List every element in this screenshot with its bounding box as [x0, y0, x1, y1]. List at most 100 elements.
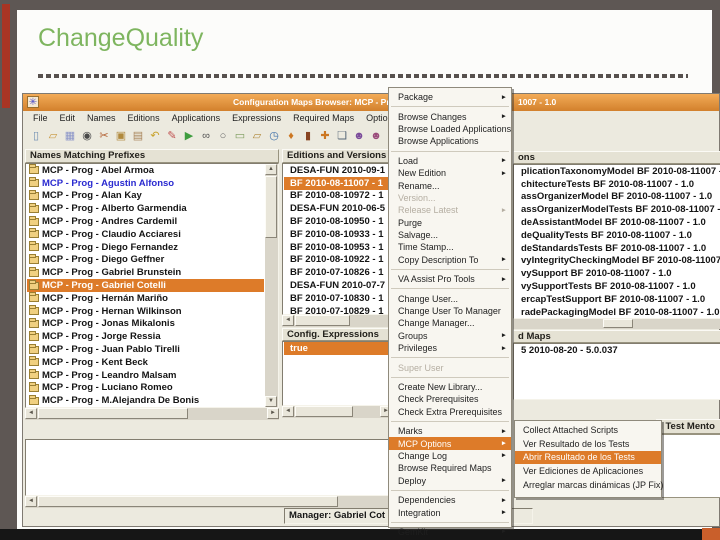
window-titlebar[interactable]: ✳ Configuration Maps Browser: MCP - Pro …	[23, 94, 719, 111]
run-icon[interactable]: ▶	[182, 129, 196, 144]
menu-item-salvage[interactable]: Salvage...	[389, 229, 511, 241]
names-list-item[interactable]: MCP - Prog - Diego Fernandez	[27, 241, 264, 254]
menubar-item-applications[interactable]: Applications	[166, 113, 227, 123]
open-folder-icon[interactable]: ▱	[46, 129, 60, 144]
menu-item-create-new-library[interactable]: Create New Library...	[389, 381, 511, 393]
editions-horizontal-scrollbar[interactable]	[282, 315, 392, 327]
names-list-item[interactable]: MCP - Prog - Agustin Alfonso	[27, 177, 264, 190]
menubar-item-editions[interactable]: Editions	[122, 113, 166, 123]
scrollbar-thumb[interactable]	[265, 176, 277, 238]
names-list-item[interactable]: MCP - Prog - Gabriel Cotelli	[27, 279, 264, 292]
edit-form-icon[interactable]: ▭	[233, 129, 247, 144]
names-list-item[interactable]: MCP - Prog - Claudio Acciaresi	[27, 228, 264, 241]
menu-item-copy-description-to[interactable]: Copy Description To ►	[389, 254, 511, 266]
menu-item-mcp-options[interactable]: MCP Options ►	[389, 437, 511, 450]
menu-item-collect-attached-scripts[interactable]: Collect Attached Scripts	[515, 423, 661, 437]
menu-item-check-extra-prerequisites[interactable]: Check Extra Prerequisites	[389, 406, 511, 418]
menu-item-marks[interactable]: Marks ►	[389, 425, 511, 437]
names-list-item[interactable]: MCP - Prog - Hernán Mariño	[27, 292, 264, 305]
menubar-item-edit[interactable]: Edit	[54, 113, 82, 123]
list-item[interactable]: BF 2010-08-10922 - 1	[284, 254, 391, 267]
list-item[interactable]: DESA-FUN 2010-09-1	[284, 164, 391, 177]
list-item[interactable]: ercapTestSupport BF 2010-08-11007 - 1.0	[515, 293, 720, 306]
names-vertical-scrollbar[interactable]	[265, 164, 278, 407]
menu-item-change-log[interactable]: Change Log ►	[389, 450, 511, 462]
menu-item-dependencies[interactable]: Dependencies ►	[389, 494, 511, 506]
list-item[interactable]: DESA-FUN 2010-07-7	[284, 279, 391, 292]
names-list-item[interactable]: MCP - Prog - Luciano Romeo	[27, 381, 264, 395]
menu-item-privileges[interactable]: Privileges ►	[389, 342, 511, 354]
names-list-item[interactable]: MCP - Prog - Andres Cardemil	[27, 215, 264, 228]
menu-item-time-stamp[interactable]: Time Stamp...	[389, 241, 511, 253]
menubar-item-names[interactable]: Names	[81, 113, 122, 123]
pen-icon[interactable]: ✎	[165, 129, 179, 144]
menu-item-integration[interactable]: Integration ►	[389, 506, 511, 518]
list-item[interactable]: BF 2010-07-10830 - 1	[284, 292, 391, 305]
menu-item-new-edition[interactable]: New Edition ►	[389, 167, 511, 179]
menu-item-abrir-resultado-de-los-tests[interactable]: Abrir Resultado de los Tests	[515, 450, 661, 465]
compare-icon[interactable]: ✚	[318, 129, 332, 144]
list-item[interactable]: deAssistantModel BF 2010-08-11007 - 1.0	[515, 216, 720, 229]
scrollbar-thumb[interactable]	[295, 406, 353, 417]
list-item[interactable]: vySupport BF 2010-08-11007 - 1.0	[515, 267, 720, 280]
copy-icon[interactable]: ▣	[114, 129, 128, 144]
new-document-icon[interactable]: ▯	[29, 129, 43, 144]
clock-icon[interactable]: ◷	[267, 129, 281, 144]
list-item[interactable]: BF 2010-08-10933 - 1	[284, 228, 391, 241]
menu-item-browse-changes[interactable]: Browse Changes ►	[389, 110, 511, 122]
scroll-left-icon[interactable]	[282, 406, 294, 417]
spectacles-icon[interactable]: ∞	[199, 129, 213, 144]
cut-icon[interactable]: ✂	[97, 129, 111, 144]
names-horizontal-scrollbar[interactable]	[25, 408, 279, 420]
menu-item-change-manager[interactable]: Change Manager...	[389, 317, 511, 329]
save-icon[interactable]: ▦	[63, 129, 77, 144]
scrollbar-thumb[interactable]	[295, 315, 350, 326]
users-icon[interactable]: ☻	[352, 129, 366, 144]
scroll-up-icon[interactable]	[265, 164, 277, 175]
menu-item-ver-ediciones-de-aplicaciones[interactable]: Ver Ediciones de Aplicaciones	[515, 464, 661, 478]
scroll-down-icon[interactable]	[265, 396, 277, 407]
scroll-left-icon[interactable]	[25, 496, 37, 507]
list-item[interactable]: BF 2010-08-10953 - 1	[284, 241, 391, 254]
menubar-item-expressions[interactable]: Expressions	[226, 113, 287, 123]
list-item[interactable]: BF 2010-08-10972 - 1	[284, 190, 391, 203]
search-icon[interactable]: ○	[216, 129, 230, 144]
list-item[interactable]: assOrganizerModel BF 2010-08-11007 - 1.0	[515, 191, 720, 204]
names-list-item[interactable]: MCP - Prog - Abel Armoa	[27, 164, 264, 177]
scrollbar-thumb[interactable]	[603, 319, 633, 328]
menu-item-browse-loaded-applications[interactable]: Browse Loaded Applications	[389, 123, 511, 135]
list-item[interactable]: DESA-FUN 2010-06-5	[284, 202, 391, 215]
list-item[interactable]: vySupportTests BF 2010-08-11007 - 1.0	[515, 280, 720, 293]
scrollbar-thumb[interactable]	[38, 496, 338, 507]
applications-horizontal-scrollbar[interactable]	[513, 319, 720, 329]
scroll-left-icon[interactable]	[25, 408, 37, 419]
list-item[interactable]: 5 2010-08-20 - 5.0.037	[515, 344, 720, 357]
menu-item-rename[interactable]: Rename...	[389, 179, 511, 191]
scroll-right-icon[interactable]	[267, 408, 279, 419]
names-list-item[interactable]: MCP - Prog - Alan Kay	[27, 189, 264, 203]
names-list-item[interactable]: MCP - Prog - Jorge Ressia	[27, 330, 264, 343]
names-list-item[interactable]: MCP - Prog - M.Alejandra De Bonis	[27, 394, 264, 407]
paste-icon[interactable]: ▤	[131, 129, 145, 144]
menu-item-browse-applications[interactable]: Browse Applications	[389, 135, 511, 147]
flag-icon[interactable]: ▮	[301, 129, 315, 144]
list-item[interactable]: deQualityTests BF 2010-08-11007 - 1.0	[515, 229, 720, 242]
menu-item-check-prerequisites[interactable]: Check Prerequisites	[389, 393, 511, 405]
cascade-icon[interactable]: ❏	[335, 129, 349, 144]
menu-item-load[interactable]: Load ►	[389, 155, 511, 167]
names-list-item[interactable]: MCP - Prog - Leandro Malsam	[27, 369, 264, 382]
list-item[interactable]: chitectureTests BF 2010-08-11007 - 1.0	[515, 178, 720, 191]
names-list-item[interactable]: MCP - Prog - Juan Pablo Tirelli	[27, 343, 264, 356]
names-list-item[interactable]: MCP - Prog - Diego Geffner	[27, 253, 264, 267]
menu-item-va-assist-pro-tools[interactable]: VA Assist Pro Tools ►	[389, 273, 511, 285]
list-item[interactable]: deStandardsTests BF 2010-08-11007 - 1.0	[515, 242, 720, 255]
menu-item-groups[interactable]: Groups ►	[389, 330, 511, 342]
list-item[interactable]: true	[284, 342, 391, 355]
list-item[interactable]: plicationTaxonomyModel BF 2010-08-11007 …	[515, 165, 720, 178]
list-item[interactable]: BF 2010-08-11007 - 1	[284, 176, 391, 190]
list-item[interactable]: vyIntegrityCheckingModel BF 2010-08-1100…	[515, 255, 720, 268]
names-list-item[interactable]: MCP - Prog - Jonas Mikalonis	[27, 317, 264, 331]
menu-item-change-user-to-manager[interactable]: Change User To Manager	[389, 305, 511, 317]
menu-item-package[interactable]: Package ►	[389, 91, 511, 103]
scrollbar-thumb[interactable]	[38, 408, 188, 419]
